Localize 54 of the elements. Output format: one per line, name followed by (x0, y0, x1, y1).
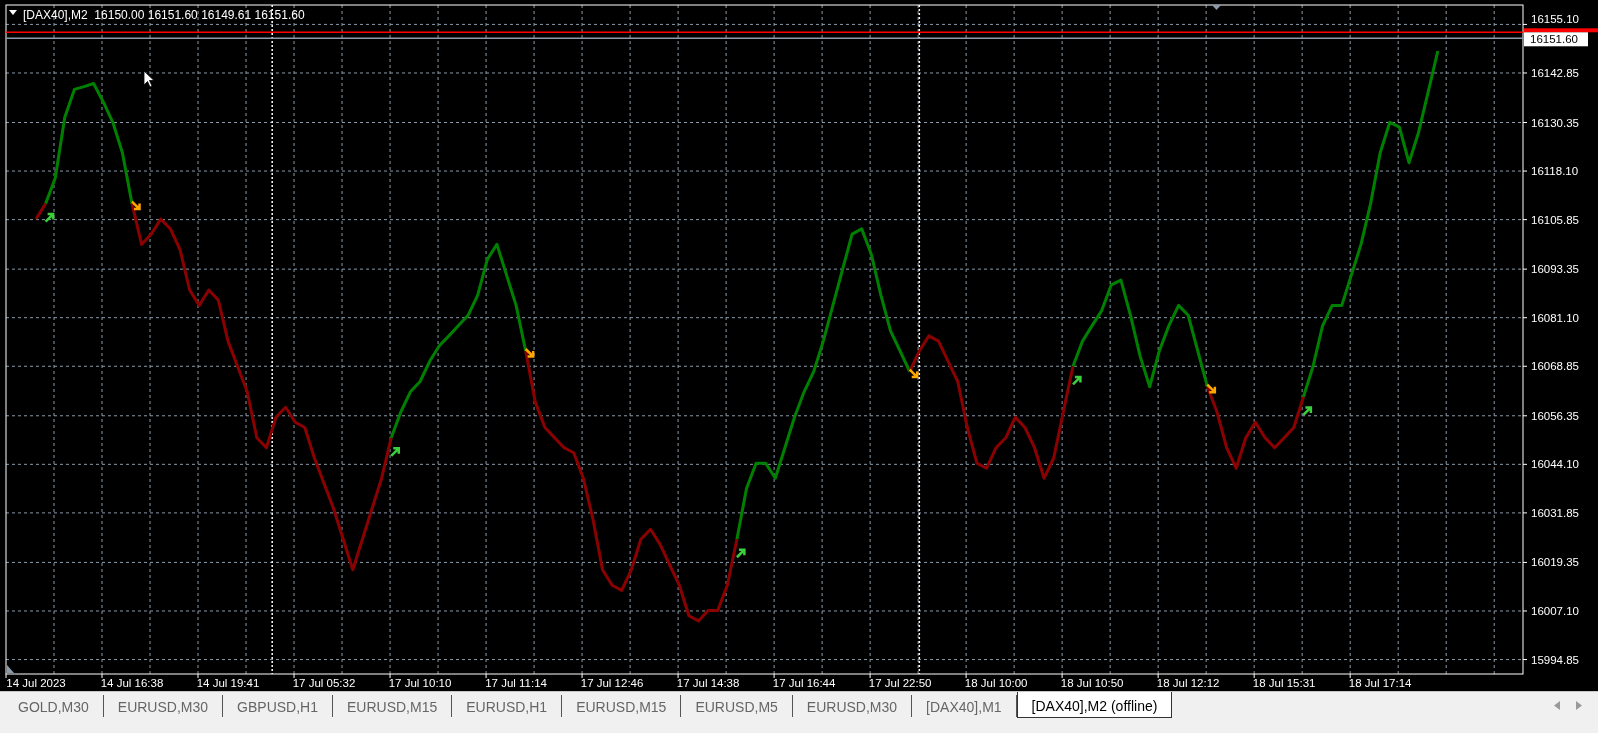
time-axis-label: 17 Jul 11:14 (485, 677, 547, 688)
price-axis-label: 16155.10 (1531, 13, 1579, 26)
chart-tab[interactable]: EURUSD,H1 (452, 695, 563, 717)
time-axis-label: 18 Jul 10:00 (964, 677, 1028, 688)
signal-arrow-icon (908, 368, 919, 379)
signal-arrow-icon (1302, 406, 1313, 417)
signal-arrow-icon (44, 212, 55, 223)
chart-tab[interactable]: GOLD,M30 (4, 695, 104, 717)
shift-marker-icon[interactable] (1212, 5, 1221, 10)
signal-arrow-icon (130, 200, 141, 211)
time-axis-label: 14 Jul 2023 (6, 677, 66, 688)
mouse-cursor-icon (143, 70, 155, 88)
price-axis-label: 16093.35 (1531, 263, 1579, 276)
signal-arrow-icon (1206, 383, 1217, 394)
price-axis-label: 16068.85 (1531, 360, 1579, 373)
time-axis-label: 17 Jul 05:32 (292, 677, 356, 688)
time-axis-label: 18 Jul 12:12 (1156, 677, 1220, 688)
chart-tab[interactable]: [DAX40],M2 (offline) (1016, 692, 1173, 718)
chart-tab[interactable]: [DAX40],M1 (912, 695, 1017, 717)
time-axis-label: 17 Jul 12:46 (580, 677, 644, 688)
time-axis-label: 17 Jul 10:10 (388, 677, 452, 688)
time-axis-label: 14 Jul 19:41 (196, 677, 260, 688)
time-axis-label: 17 Jul 14:38 (676, 677, 740, 688)
ask-price-tag: 16151.60 (1524, 32, 1588, 47)
chart-tab[interactable]: EURUSD,M15 (562, 695, 682, 717)
price-axis-label: 16142.85 (1531, 66, 1579, 79)
chart-tab[interactable]: EURUSD,M5 (681, 695, 793, 717)
price-axis-label: 16031.85 (1531, 506, 1579, 519)
signal-arrow-icon (524, 347, 535, 358)
time-axis-label: 17 Jul 16:44 (772, 677, 836, 688)
price-axis-label: 16044.10 (1531, 458, 1579, 471)
price-axis-label: 16118.10 (1531, 165, 1579, 178)
chart-tab[interactable]: GBPUSD,H1 (223, 695, 333, 717)
price-axis-label: 16007.10 (1531, 605, 1579, 617)
signal-arrow-icon (390, 447, 400, 458)
price-axis-label: 16019.35 (1531, 556, 1579, 569)
chart-tab[interactable]: EURUSD,M30 (103, 695, 224, 717)
time-axis-label: 14 Jul 16:38 (100, 677, 164, 688)
time-axis-label: 18 Jul 17:14 (1348, 677, 1412, 688)
chart-tab[interactable]: EURUSD,M30 (792, 695, 913, 717)
time-axis-label: 18 Jul 15:31 (1252, 677, 1316, 688)
signal-arrow-icon (1071, 375, 1082, 386)
price-axis-label: 16105.85 (1531, 213, 1579, 226)
price-axis-label: 16081.10 (1531, 311, 1579, 324)
time-axis-label: 18 Jul 10:50 (1060, 677, 1124, 688)
signal-arrow-icon (735, 548, 746, 559)
chart-header: [DAX40],M2 16150.00 16151.60 16149.61 16151.60 (23, 8, 305, 22)
price-axis-label: 16056.35 (1531, 409, 1579, 422)
time-axis-label: 17 Jul 22:50 (868, 677, 932, 688)
chart-tab[interactable]: EURUSD,M15 (333, 695, 453, 717)
scroll-marker-icon[interactable] (7, 665, 14, 673)
price-axis-label: 15994.85 (1531, 653, 1579, 666)
dropdown-triangle-icon[interactable] (9, 10, 17, 15)
price-axis-label: 16130.35 (1531, 116, 1579, 129)
